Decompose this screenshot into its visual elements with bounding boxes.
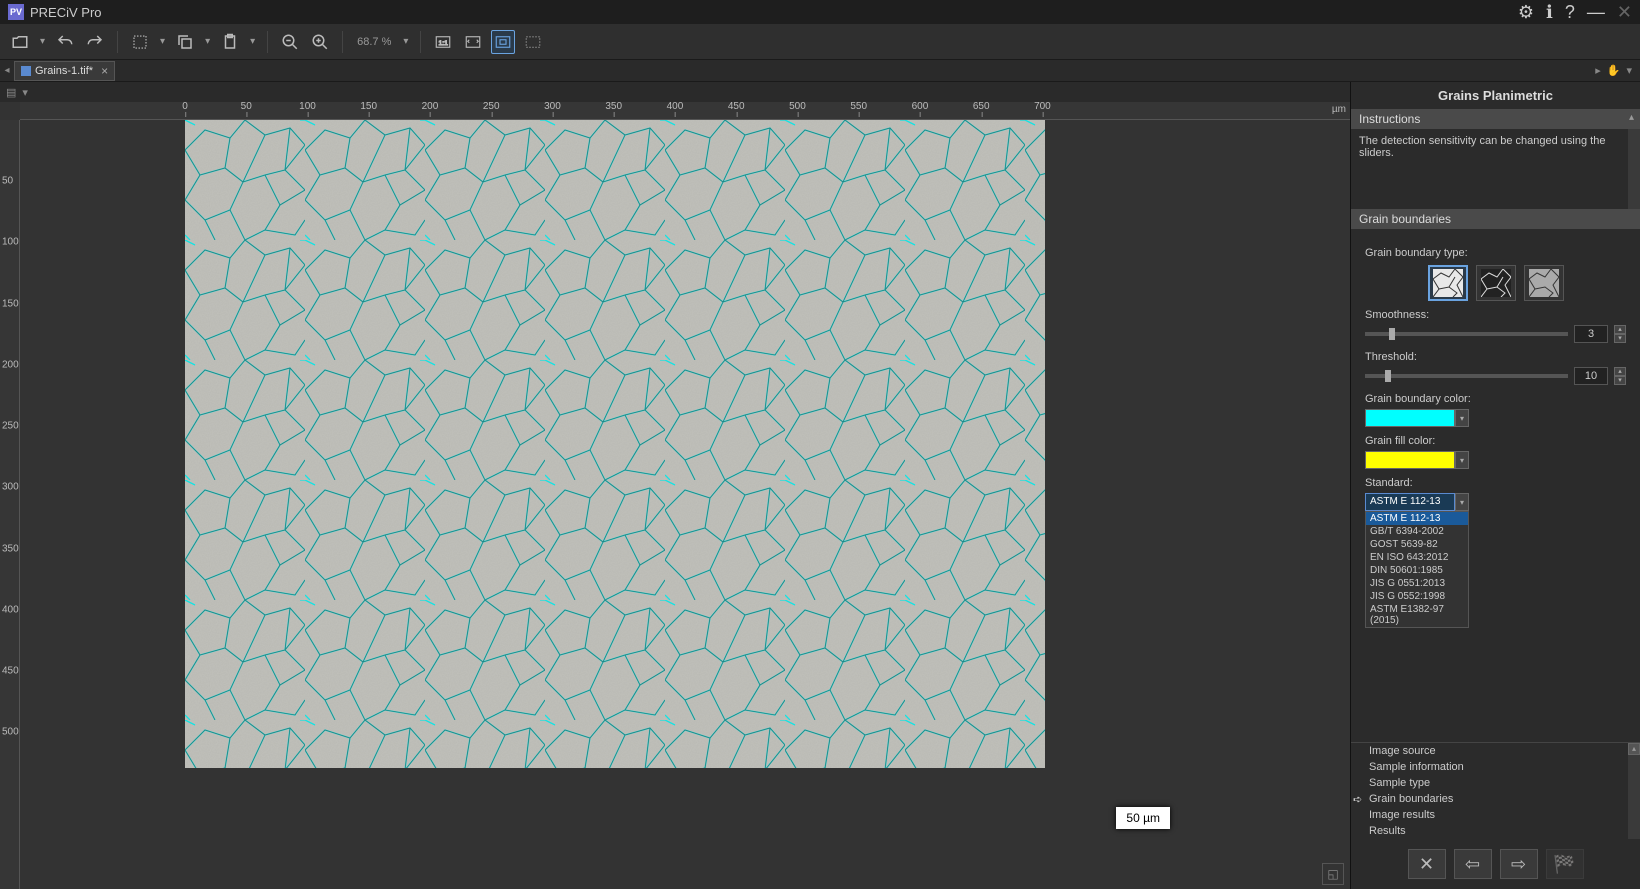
copy-dropdown[interactable]: ▾ (203, 36, 212, 47)
smoothness-up[interactable]: ▴ (1614, 325, 1626, 334)
zoom-level[interactable]: 68.7 % (353, 36, 395, 48)
instructions-text: The detection sensitivity can be changed… (1351, 129, 1640, 209)
app-logo: PV (8, 4, 24, 20)
close-icon[interactable]: ✕ (1617, 2, 1632, 23)
tab-menu-icon[interactable]: ▾ (1626, 64, 1632, 77)
boundary-color-dropdown[interactable]: ▾ (1455, 409, 1469, 427)
undo-button[interactable] (53, 30, 77, 54)
tab-play-icon[interactable]: ▸ (1595, 64, 1601, 77)
boundary-type-dark[interactable] (1476, 265, 1516, 301)
zoom-dropdown[interactable]: ▾ (401, 36, 410, 47)
standard-label: Standard: (1365, 477, 1626, 489)
fit-image-button[interactable] (491, 30, 515, 54)
boundary-type-label: Grain boundary type: (1365, 247, 1626, 259)
wizard-steps: ▴ Image sourceSample informationSample t… (1351, 742, 1640, 839)
wizard-finish-button[interactable]: 🏁 (1546, 849, 1584, 879)
smoothness-label: Smoothness: (1365, 309, 1626, 321)
boundary-color-label: Grain boundary color: (1365, 393, 1626, 405)
standard-option[interactable]: JIS G 0552:1998 (1366, 590, 1468, 603)
image-viewport: ▤ ▾ 050100150200250300350400450500550600… (0, 82, 1350, 889)
image-area[interactable]: 50 µm (20, 120, 1350, 889)
boundary-type-mixed[interactable] (1524, 265, 1564, 301)
grain-boundaries-header[interactable]: Grain boundaries (1351, 209, 1640, 229)
standard-dropdown-list[interactable]: ASTM E 112-13GB/T 6394-2002GOST 5639-82E… (1365, 511, 1469, 628)
select-dropdown[interactable]: ▾ (158, 36, 167, 47)
threshold-label: Threshold: (1365, 351, 1626, 363)
layer-dropdown[interactable]: ▾ (20, 86, 30, 99)
zoom-in-button[interactable] (308, 30, 332, 54)
wizard-step[interactable]: Image results (1351, 807, 1640, 823)
scale-bar: 50 µm (1116, 807, 1170, 829)
info-icon[interactable]: ℹ (1546, 2, 1553, 23)
fill-color-dropdown[interactable]: ▾ (1455, 451, 1469, 469)
standard-option[interactable]: EN ISO 643:2012 (1366, 551, 1468, 564)
wizard-cancel-button[interactable]: ✕ (1408, 849, 1446, 879)
scrollbar[interactable] (1628, 129, 1640, 209)
actual-size-button[interactable]: 1:1 (431, 30, 455, 54)
fill-color-label: Grain fill color: (1365, 435, 1626, 447)
standard-option[interactable]: DIN 50601:1985 (1366, 564, 1468, 577)
paste-button[interactable] (218, 30, 242, 54)
tab-prev[interactable]: ◂ (0, 65, 14, 76)
instructions-header[interactable]: Instructions▴ (1351, 109, 1640, 129)
standard-option[interactable]: ASTM E 112-13 (1366, 512, 1468, 525)
threshold-value[interactable]: 10 (1574, 367, 1608, 385)
titlebar: PV PRECiV Pro ⚙ ℹ ? — ✕ (0, 0, 1640, 24)
redo-button[interactable] (83, 30, 107, 54)
tab-hand-icon[interactable]: ✋ (1607, 64, 1621, 77)
wizard-step[interactable]: Results (1351, 823, 1640, 839)
help-icon[interactable]: ? (1565, 2, 1575, 23)
fit-window-button[interactable] (461, 30, 485, 54)
minimize-icon[interactable]: — (1587, 2, 1605, 23)
standard-option[interactable]: GOST 5639-82 (1366, 538, 1468, 551)
fill-color-swatch[interactable] (1365, 451, 1455, 469)
boundary-color-swatch[interactable] (1365, 409, 1455, 427)
smoothness-value[interactable]: 3 (1574, 325, 1608, 343)
analysis-panel: Grains Planimetric Instructions▴ The det… (1350, 82, 1640, 889)
view-settings-icon[interactable]: ◱ (1322, 863, 1344, 885)
threshold-slider[interactable] (1365, 374, 1568, 378)
wizard-step[interactable]: Image source (1351, 743, 1640, 759)
tab-label: Grains-1.tif* (35, 65, 93, 77)
tab-close-icon[interactable]: × (101, 64, 108, 78)
fullscreen-button[interactable] (521, 30, 545, 54)
copy-button[interactable] (173, 30, 197, 54)
open-button[interactable] (8, 30, 32, 54)
select-button[interactable] (128, 30, 152, 54)
grain-micrograph (185, 120, 1045, 768)
standard-combobox[interactable]: ASTM E 112-13 (1365, 493, 1455, 511)
ruler-unit: µm (1332, 104, 1346, 115)
document-tabbar: ◂ Grains-1.tif* × ▸ ✋ ▾ (0, 60, 1640, 82)
standard-dropdown-button[interactable]: ▾ (1455, 493, 1469, 511)
vertical-ruler: 50100150200250300350400450500 (0, 120, 20, 889)
document-tab[interactable]: Grains-1.tif* × (14, 61, 115, 81)
layer-icon[interactable]: ▤ (6, 86, 16, 99)
wizard-step[interactable]: Grain boundaries (1351, 791, 1640, 807)
wizard-step[interactable]: Sample information (1351, 759, 1640, 775)
standard-option[interactable]: GB/T 6394-2002 (1366, 525, 1468, 538)
threshold-down[interactable]: ▾ (1614, 376, 1626, 385)
standard-option[interactable]: ASTM E1382-97 (2015) (1366, 603, 1468, 627)
boundary-type-bright[interactable] (1428, 265, 1468, 301)
wizard-step[interactable]: Sample type (1351, 775, 1640, 791)
main-toolbar: ▾ ▾ ▾ ▾ 68.7 % ▾ 1:1 (0, 24, 1640, 60)
app-title: PRECiV Pro (30, 5, 102, 20)
panel-title: Grains Planimetric (1351, 82, 1640, 109)
smoothness-down[interactable]: ▾ (1614, 334, 1626, 343)
wizard-back-button[interactable]: ⇦ (1454, 849, 1492, 879)
threshold-up[interactable]: ▴ (1614, 367, 1626, 376)
file-type-icon (21, 66, 31, 76)
svg-text:1:1: 1:1 (439, 40, 449, 47)
horizontal-ruler: 0501001502002503003504004505005506006507… (20, 102, 1350, 120)
open-dropdown[interactable]: ▾ (38, 36, 47, 47)
standard-option[interactable]: JIS G 0551:2013 (1366, 577, 1468, 590)
zoom-out-button[interactable] (278, 30, 302, 54)
paste-dropdown[interactable]: ▾ (248, 36, 257, 47)
wizard-next-button[interactable]: ⇨ (1500, 849, 1538, 879)
smoothness-slider[interactable] (1365, 332, 1568, 336)
settings-icon[interactable]: ⚙ (1518, 2, 1534, 23)
